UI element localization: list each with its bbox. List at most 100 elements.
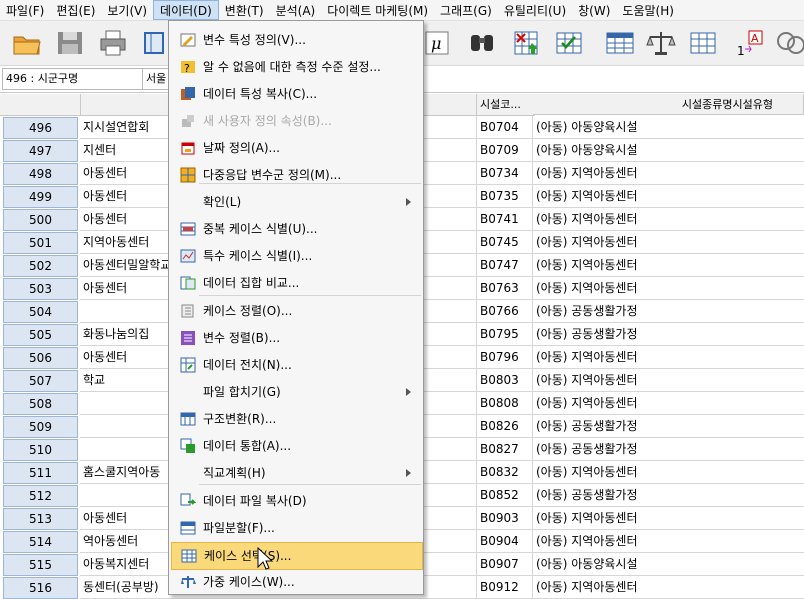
cell-type[interactable]: (아동) 아동양육시설 xyxy=(533,116,804,139)
cell-type[interactable]: (아동) 지역아동센터 xyxy=(533,507,804,530)
dialog-recall-icon[interactable] xyxy=(141,29,167,57)
row-number[interactable]: 516 xyxy=(3,577,78,599)
menu-view[interactable]: 보기(V) xyxy=(101,0,153,20)
print-icon[interactable] xyxy=(98,29,128,57)
cell-code[interactable]: B0709 xyxy=(477,139,533,162)
cell-type[interactable]: (아동) 지역아동센터 xyxy=(533,461,804,484)
cell-code[interactable]: B0912 xyxy=(477,576,533,599)
cell-code[interactable]: B0832 xyxy=(477,461,533,484)
cell-code[interactable]: B0735 xyxy=(477,185,533,208)
row-number[interactable]: 510 xyxy=(3,439,78,461)
menu-item[interactable]: 직교계획(H) xyxy=(171,460,421,486)
save-icon[interactable] xyxy=(55,29,85,57)
cell-code[interactable]: B0826 xyxy=(477,415,533,438)
open-folder-icon[interactable] xyxy=(12,29,42,57)
cell-code[interactable]: B0734 xyxy=(477,162,533,185)
menu-item[interactable]: 변수 특성 정의(V)... xyxy=(171,27,421,53)
menu-item[interactable]: 데이터 파일 복사(D) xyxy=(171,488,421,514)
row-number[interactable]: 511 xyxy=(3,462,78,484)
menu-transform[interactable]: 변환(T) xyxy=(219,0,270,20)
value-labels-icon[interactable] xyxy=(605,29,635,57)
cell-type[interactable]: (아동) 공동생활가정 xyxy=(533,323,804,346)
cell-type[interactable]: (아동) 공동생활가정 xyxy=(533,484,804,507)
row-number[interactable]: 505 xyxy=(3,324,78,346)
column-header-type[interactable]: 시설종류명시설유형 xyxy=(533,94,804,115)
row-number[interactable]: 499 xyxy=(3,186,78,208)
cell-type[interactable]: (아동) 아동양육시설 xyxy=(533,139,804,162)
menu-edit[interactable]: 편집(E) xyxy=(50,0,101,20)
row-number[interactable]: 514 xyxy=(3,531,78,553)
menu-item[interactable]: 날짜 정의(A)... xyxy=(171,135,421,161)
row-number[interactable]: 498 xyxy=(3,163,78,185)
cell-type[interactable]: (아동) 지역아동센터 xyxy=(533,346,804,369)
cell-code[interactable]: B0745 xyxy=(477,231,533,254)
menu-file[interactable]: 파일(F) xyxy=(0,0,50,20)
cell-code[interactable]: B0763 xyxy=(477,277,533,300)
menu-item[interactable]: 특수 케이스 식별(I)... xyxy=(171,243,421,269)
menu-item[interactable]: 케이스 선택(S)... xyxy=(171,542,423,570)
variables-icon[interactable]: μ xyxy=(425,29,449,57)
menu-item[interactable]: 데이터 특성 복사(C)... xyxy=(171,81,421,107)
cell-type[interactable]: (아동) 공동생활가정 xyxy=(533,300,804,323)
select-variables-icon[interactable] xyxy=(554,29,584,57)
cell-code[interactable]: B0803 xyxy=(477,369,533,392)
cell-code[interactable]: B0747 xyxy=(477,254,533,277)
row-number[interactable]: 512 xyxy=(3,485,78,507)
value-swap-icon[interactable]: A1 xyxy=(735,29,765,57)
spelling-circles-icon[interactable] xyxy=(776,29,804,57)
menu-data[interactable]: 데이터(D) xyxy=(153,0,219,20)
menu-graphs[interactable]: 그래프(G) xyxy=(434,0,498,20)
cell-code[interactable]: B0808 xyxy=(477,392,533,415)
column-header-code[interactable]: 시설코... xyxy=(477,94,535,116)
cell-type[interactable]: (아동) 지역아동센터 xyxy=(533,208,804,231)
menu-item[interactable]: 다중응답 변수군 정의(M)... xyxy=(171,162,421,188)
cell-code[interactable]: B0907 xyxy=(477,553,533,576)
cell-code[interactable]: B0795 xyxy=(477,323,533,346)
cell-code[interactable]: B0827 xyxy=(477,438,533,461)
row-number[interactable]: 501 xyxy=(3,232,78,254)
cell-type[interactable]: (아동) 지역아동센터 xyxy=(533,392,804,415)
row-number[interactable]: 497 xyxy=(3,140,78,162)
row-number[interactable]: 508 xyxy=(3,393,78,415)
cell-type[interactable]: (아동) 지역아동센터 xyxy=(533,369,804,392)
menu-item[interactable]: 파일분할(F)... xyxy=(171,515,421,541)
use-sets-icon[interactable] xyxy=(688,29,718,57)
menu-window[interactable]: 창(W) xyxy=(572,0,616,20)
row-number[interactable]: 504 xyxy=(3,301,78,323)
cell-type[interactable]: (아동) 지역아동센터 xyxy=(533,277,804,300)
find-icon[interactable] xyxy=(467,29,497,57)
menu-item[interactable]: ? 알 수 없음에 대한 측정 수준 설정... xyxy=(171,54,421,80)
cell-type[interactable]: (아동) 공동생활가정 xyxy=(533,415,804,438)
menu-item[interactable]: 확인(L) xyxy=(171,189,421,215)
cell-code[interactable]: B0796 xyxy=(477,346,533,369)
row-number[interactable]: 509 xyxy=(3,416,78,438)
row-number[interactable]: 502 xyxy=(3,255,78,277)
menu-utilities[interactable]: 유틸리티(U) xyxy=(498,0,572,20)
row-number[interactable]: 500 xyxy=(3,209,78,231)
cell-type[interactable]: (아동) 지역아동센터 xyxy=(533,254,804,277)
menu-item[interactable]: 파일 합치기(G) xyxy=(171,379,421,405)
cell-code[interactable]: B0741 xyxy=(477,208,533,231)
cell-code[interactable]: B0904 xyxy=(477,530,533,553)
cell-type[interactable]: (아동) 지역아동센터 xyxy=(533,231,804,254)
row-number[interactable]: 515 xyxy=(3,554,78,576)
row-number[interactable]: 513 xyxy=(3,508,78,530)
cell-type[interactable]: (아동) 지역아동센터 xyxy=(533,576,804,599)
menu-item[interactable]: 데이터 집합 비교... xyxy=(171,270,421,296)
cell-type[interactable]: (아동) 지역아동센터 xyxy=(533,530,804,553)
row-number[interactable]: 506 xyxy=(3,347,78,369)
menu-item[interactable]: 구조변환(R)... xyxy=(171,406,421,432)
row-number[interactable]: 507 xyxy=(3,370,78,392)
menu-direct-marketing[interactable]: 다이렉트 마케팅(M) xyxy=(321,0,434,20)
cell-type[interactable]: (아동) 공동생활가정 xyxy=(533,438,804,461)
menu-item[interactable]: 케이스 정렬(O)... xyxy=(171,298,421,324)
cell-code[interactable]: B0704 xyxy=(477,116,533,139)
cell-value-field[interactable]: 서울 xyxy=(142,68,171,90)
cell-code[interactable]: B0903 xyxy=(477,507,533,530)
row-number[interactable]: 496 xyxy=(3,117,78,139)
menu-analyze[interactable]: 분석(A) xyxy=(270,0,322,20)
menu-item[interactable]: 중복 케이스 식별(U)... xyxy=(171,216,421,242)
cell-code[interactable]: B0852 xyxy=(477,484,533,507)
menu-item[interactable]: 가중 케이스(W)... xyxy=(171,569,421,595)
menu-help[interactable]: 도움말(H) xyxy=(616,0,680,20)
